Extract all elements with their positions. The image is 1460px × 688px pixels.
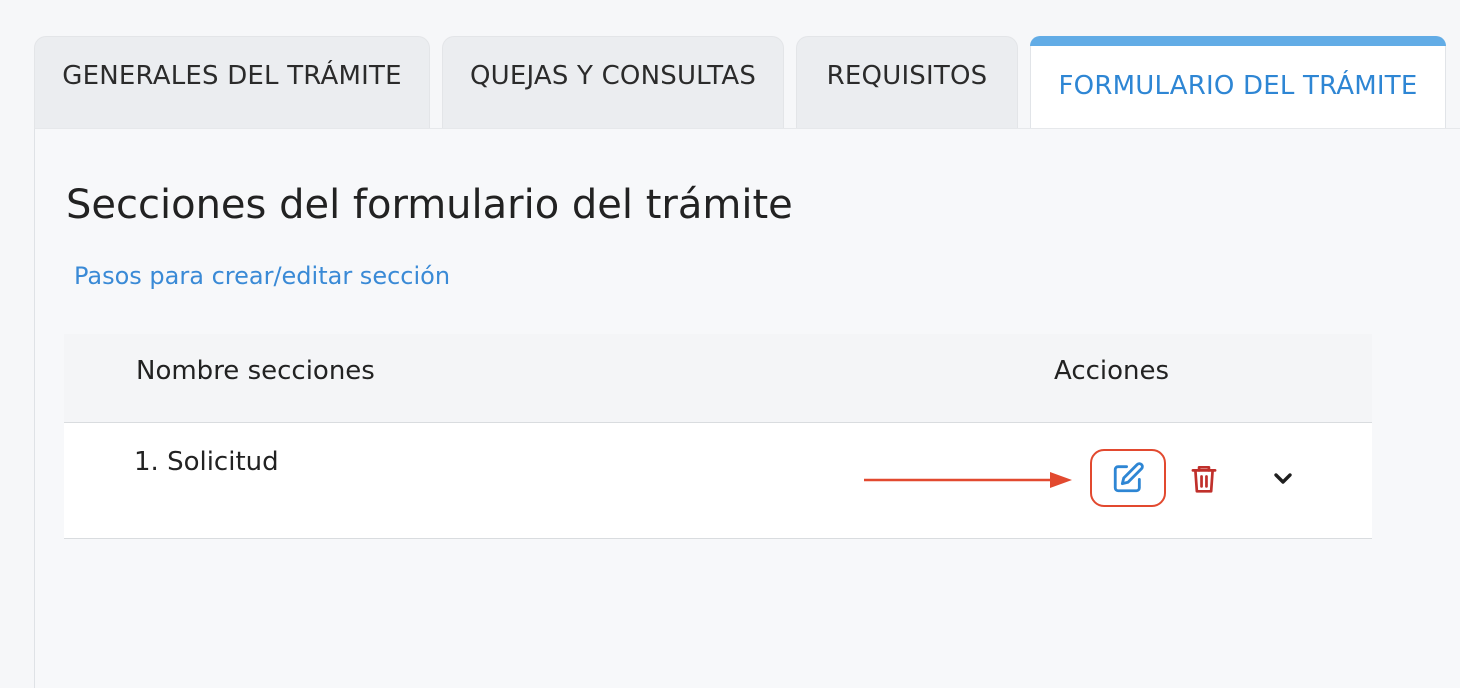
tab-quejas[interactable]: QUEJAS Y CONSULTAS xyxy=(442,36,784,128)
edit-icon xyxy=(1113,462,1144,493)
tab-formulario[interactable]: FORMULARIO DEL TRÁMITE xyxy=(1030,36,1446,130)
help-link[interactable]: Pasos para crear/editar sección xyxy=(74,262,450,290)
column-header-name: Nombre secciones xyxy=(136,356,375,386)
tab-label: GENERALES DEL TRÁMITE xyxy=(62,61,402,91)
trash-icon xyxy=(1191,465,1217,493)
active-tab-indicator xyxy=(1030,36,1446,46)
tab-requisitos[interactable]: REQUISITOS xyxy=(796,36,1018,128)
tab-label: QUEJAS Y CONSULTAS xyxy=(469,61,757,91)
tab-bar: GENERALES DEL TRÁMITE QUEJAS Y CONSULTAS… xyxy=(34,36,1460,130)
page-title: Secciones del formulario del trámite xyxy=(66,182,793,228)
annotation-arrow-icon xyxy=(864,472,1072,488)
tab-generales[interactable]: GENERALES DEL TRÁMITE xyxy=(34,36,430,128)
tab-label: REQUISITOS xyxy=(826,61,988,91)
table-row: 1. Solicitud xyxy=(64,423,1372,539)
column-header-actions: Acciones xyxy=(1054,356,1170,386)
table-header: Nombre secciones Acciones xyxy=(64,334,1372,423)
expand-button[interactable] xyxy=(1264,459,1302,497)
edit-button[interactable] xyxy=(1090,449,1166,507)
chevron-down-icon xyxy=(1274,473,1292,484)
sections-table: Nombre secciones Acciones 1. Solicitud xyxy=(64,334,1372,539)
tab-label: FORMULARIO DEL TRÁMITE xyxy=(1058,71,1418,101)
section-name: 1. Solicitud xyxy=(134,447,279,477)
delete-button[interactable] xyxy=(1182,459,1226,499)
